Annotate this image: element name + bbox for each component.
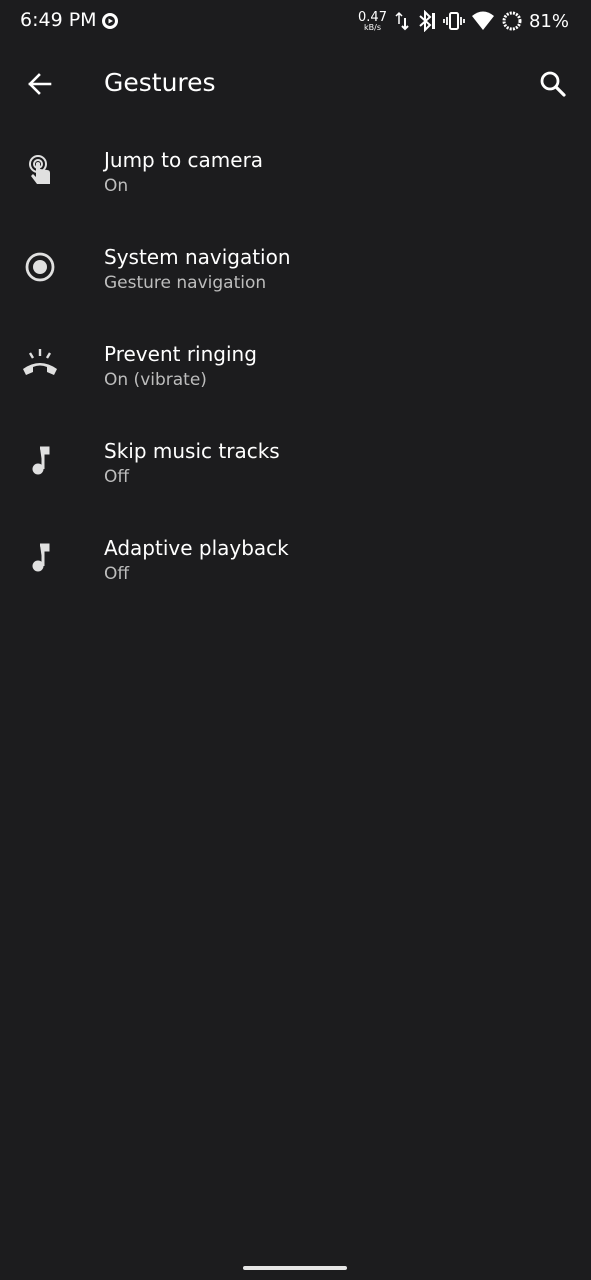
setting-skip-music-tracks[interactable]: Skip music tracks Off <box>0 415 591 512</box>
media-app-icon <box>102 13 118 29</box>
setting-title: Skip music tracks <box>104 439 280 463</box>
setting-title: Prevent ringing <box>104 342 257 366</box>
setting-title: System navigation <box>104 245 291 269</box>
gesture-nav-handle[interactable] <box>243 1266 347 1270</box>
battery-ring-icon <box>502 11 522 31</box>
setting-summary: On <box>104 176 129 196</box>
bluetooth-icon <box>419 10 435 32</box>
arrow-back-icon[interactable] <box>22 66 58 102</box>
setting-summary: On (vibrate) <box>104 370 207 390</box>
setting-summary: Off <box>104 467 130 487</box>
phone-ringing-icon <box>20 344 60 384</box>
network-speed-unit: kB/s <box>364 22 381 32</box>
status-icons: 0.47 kB/s 81% <box>358 8 569 34</box>
music-note-icon <box>20 538 60 578</box>
battery-percent: 81% <box>528 10 569 32</box>
page-title: Gestures <box>104 68 216 97</box>
setting-title: Adaptive playback <box>104 536 289 560</box>
wifi-icon <box>471 11 494 30</box>
gestures-screen: 6:49 PM 0.47 kB/s 81% Gestures Jump to c… <box>0 0 591 1280</box>
setting-title: Jump to camera <box>104 148 264 172</box>
status-bar: 6:49 PM 0.47 kB/s 81% <box>0 0 591 44</box>
setting-system-navigation[interactable]: System navigation Gesture navigation <box>0 221 591 318</box>
app-bar: Gestures <box>0 44 591 124</box>
search-icon[interactable] <box>535 66 571 102</box>
network-speed: 0.47 kB/s <box>358 11 387 32</box>
setting-jump-to-camera[interactable]: Jump to camera On <box>0 124 591 221</box>
music-note-icon <box>20 441 60 481</box>
setting-summary: Off <box>104 564 130 584</box>
data-arrows-icon <box>395 11 409 31</box>
setting-adaptive-playback[interactable]: Adaptive playback Off <box>0 512 591 609</box>
radio-button-icon <box>20 247 60 287</box>
setting-summary: Gesture navigation <box>104 273 267 293</box>
touch-camera-icon <box>20 150 60 190</box>
setting-prevent-ringing[interactable]: Prevent ringing On (vibrate) <box>0 318 591 415</box>
settings-list: Jump to camera On System navigation Gest… <box>0 124 591 609</box>
network-speed-value: 0.47 <box>358 9 387 25</box>
vibrate-icon <box>443 12 465 30</box>
status-time: 6:49 PM <box>20 9 97 31</box>
